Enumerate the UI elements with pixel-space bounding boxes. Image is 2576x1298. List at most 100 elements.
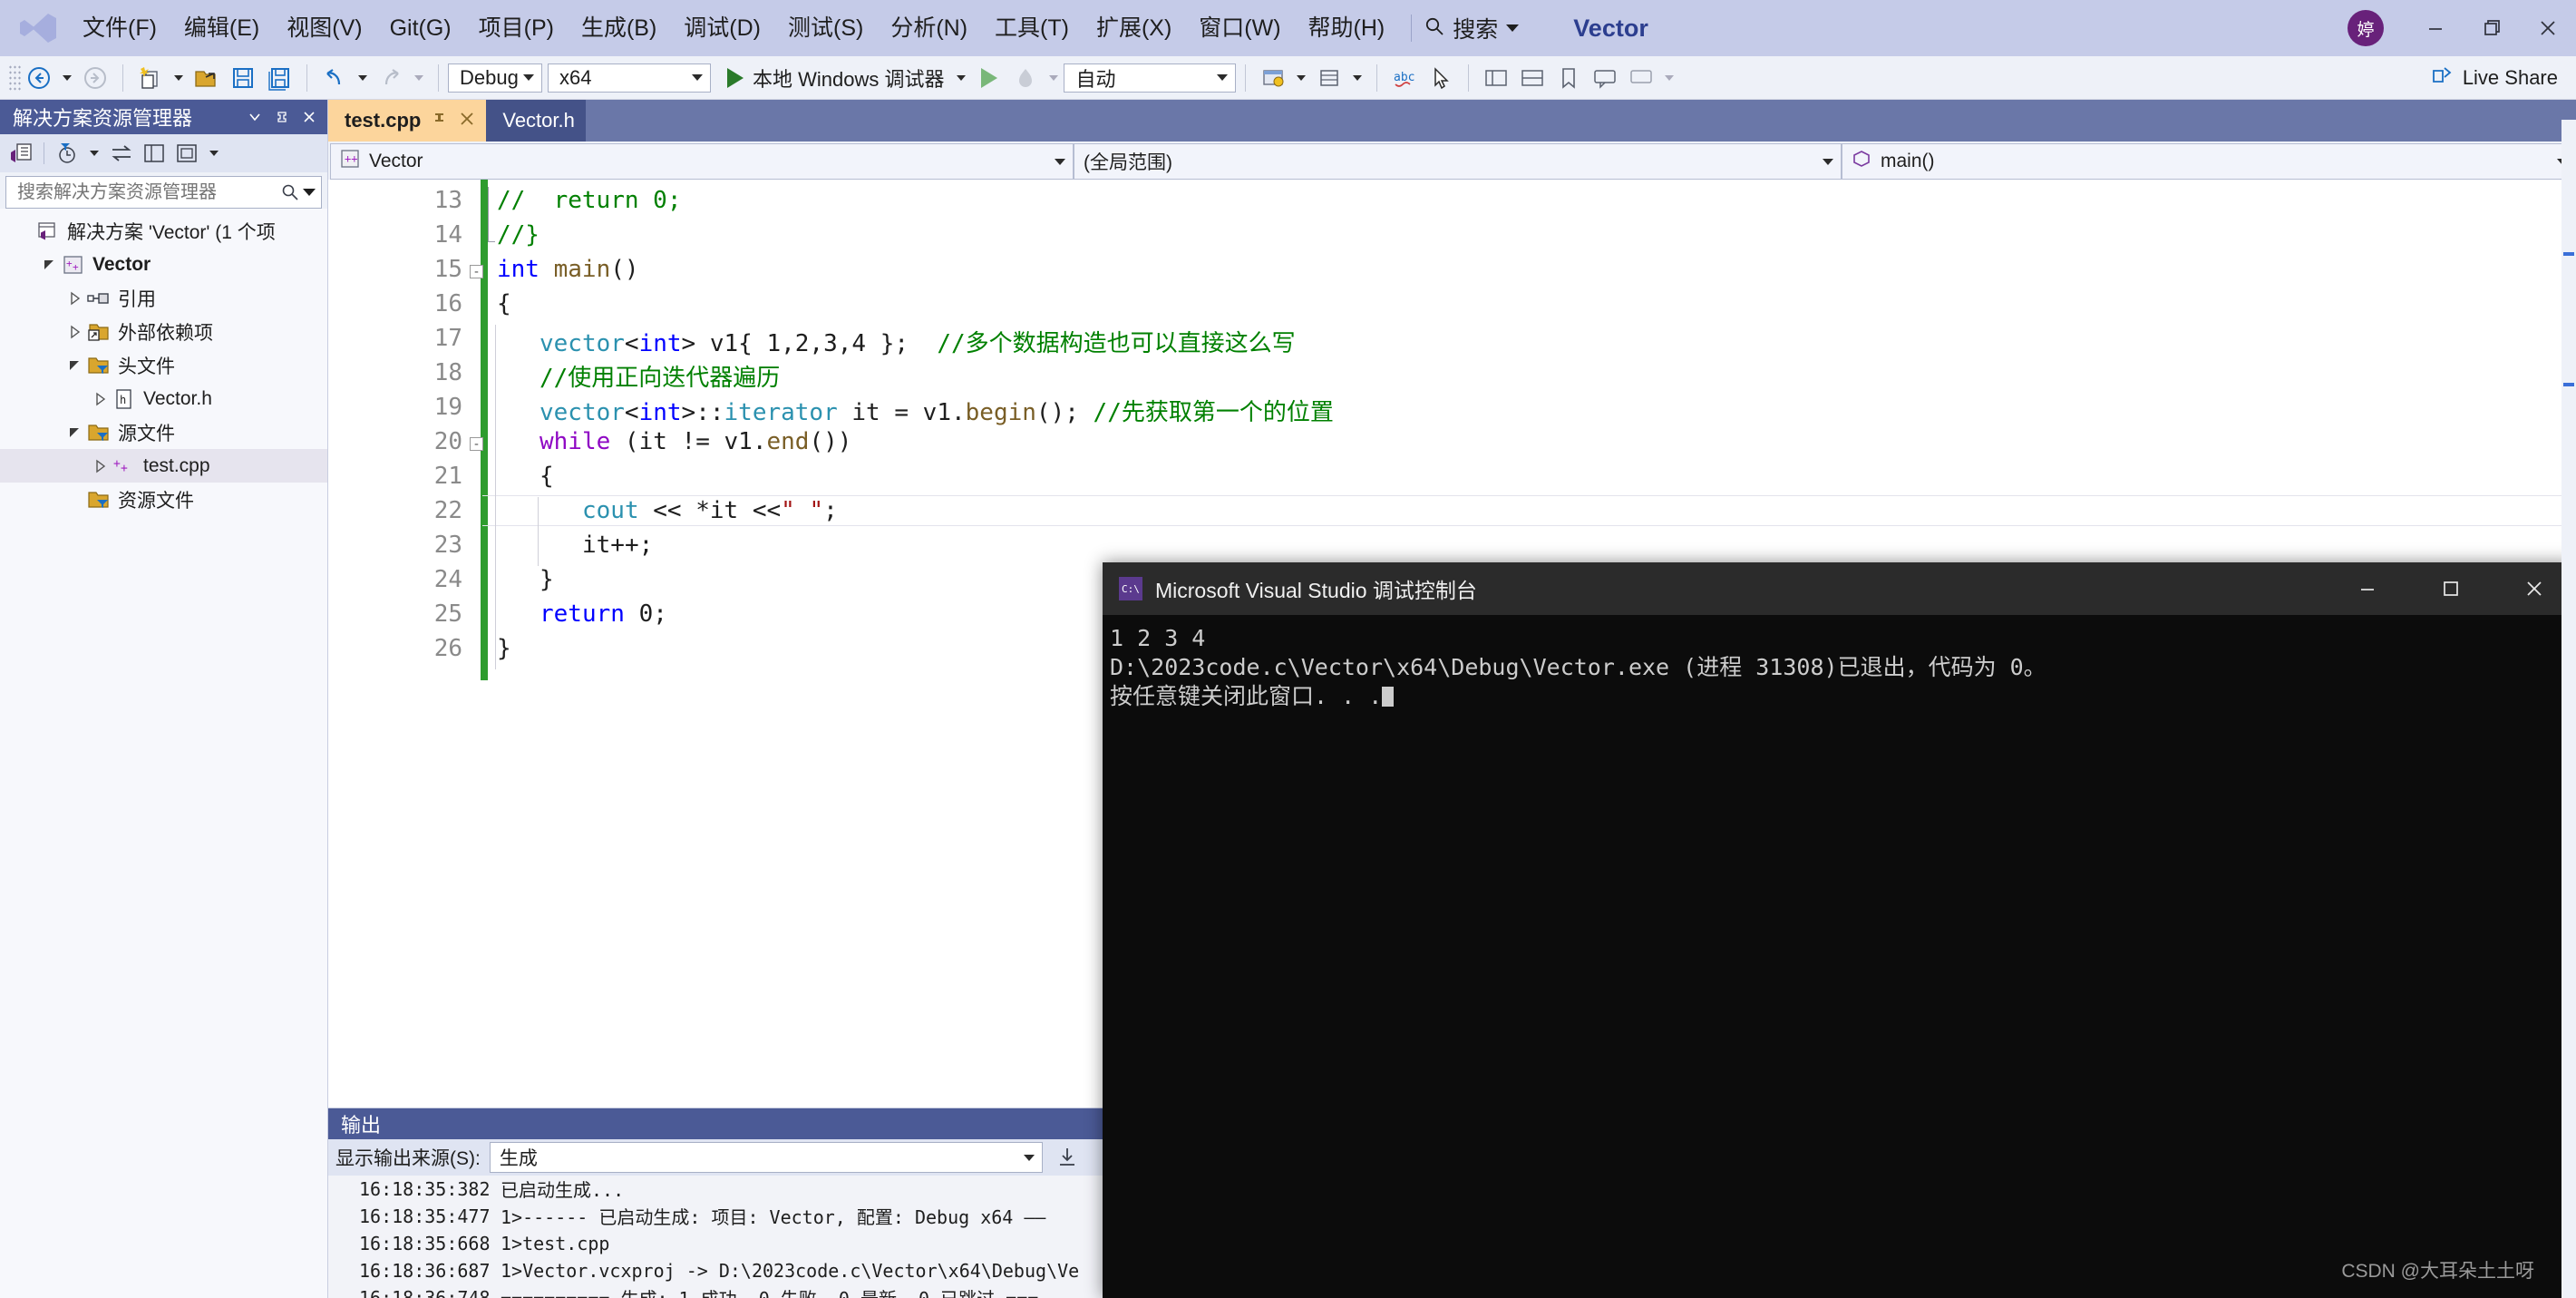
code-line[interactable]: int main() <box>497 256 639 283</box>
tree-item-7[interactable]: + + test.cpp <box>0 449 327 483</box>
fold-toggle-while[interactable]: - <box>470 437 483 451</box>
solution-search-input[interactable] <box>15 181 281 204</box>
chevron-down-icon[interactable] <box>63 425 87 440</box>
navigate-back-icon[interactable] <box>22 61 56 95</box>
menu-window[interactable]: 窗口(W) <box>1185 12 1294 45</box>
sync-with-active-document-icon[interactable] <box>106 138 137 169</box>
tree-item-2[interactable]: 引用 <box>0 281 327 315</box>
code-line[interactable]: vector<int> v1{ 1,2,3,4 }; //多个数据构造也可以直接… <box>540 325 1296 358</box>
output-source-combo[interactable]: 生成 <box>489 1142 1043 1174</box>
pin-icon[interactable] <box>271 106 293 128</box>
show-all-files-icon[interactable] <box>171 138 202 169</box>
code-line[interactable]: } <box>540 566 554 593</box>
chevron-right-icon[interactable] <box>63 291 87 306</box>
restore-button[interactable] <box>2464 0 2520 56</box>
filter-dropdown-icon[interactable] <box>90 151 99 156</box>
tree-item-1[interactable]: + + Vector <box>0 248 327 281</box>
panel-menu-icon[interactable] <box>244 106 266 128</box>
chevron-down-icon[interactable] <box>1506 24 1520 32</box>
solution-home-icon[interactable] <box>5 138 36 169</box>
navbar-project-combo[interactable]: ++ Vector <box>330 143 1074 180</box>
navigate-forward-icon[interactable] <box>78 61 112 95</box>
redo-icon[interactable] <box>374 61 408 95</box>
comment-icon[interactable] <box>1588 61 1622 95</box>
start-without-debugging-icon[interactable] <box>972 61 1006 95</box>
close-tab-icon[interactable] <box>459 109 475 132</box>
window-split-icon[interactable] <box>1515 61 1550 95</box>
tree-item-8[interactable]: 资源文件 <box>0 483 327 516</box>
fold-toggle-main[interactable]: - <box>470 265 483 278</box>
code-line[interactable]: { <box>497 290 511 317</box>
chevron-right-icon[interactable] <box>89 459 112 473</box>
code-line[interactable]: } <box>497 635 511 662</box>
window-layout-icon[interactable] <box>1479 61 1513 95</box>
menu-view[interactable]: 视图(V) <box>273 12 375 45</box>
navbar-scope-combo[interactable]: (全局范围) <box>1074 143 1842 180</box>
close-icon[interactable] <box>298 106 320 128</box>
solution-search-box[interactable] <box>5 176 322 209</box>
pin-icon[interactable] <box>432 110 448 132</box>
menu-tools[interactable]: 工具(T) <box>981 12 1083 45</box>
menu-debug[interactable]: 调试(D) <box>670 12 774 45</box>
maximize-button[interactable] <box>2409 562 2493 615</box>
undo-icon[interactable] <box>317 61 352 95</box>
redo-dropdown-icon[interactable] <box>414 74 423 81</box>
code-line[interactable]: vector<int>::iterator it = v1.begin(); /… <box>540 394 1334 427</box>
minimize-button[interactable] <box>2407 0 2464 56</box>
toolbar-grip[interactable] <box>8 63 21 92</box>
tree-item-6[interactable]: 源文件 <box>0 415 327 449</box>
menu-test[interactable]: 测试(S) <box>774 12 877 45</box>
pending-changes-filter-icon[interactable] <box>52 138 83 169</box>
code-line[interactable]: //使用正向迭代器遍历 <box>540 359 780 393</box>
menu-file[interactable]: 文件(F) <box>69 12 170 45</box>
tab-vector-h[interactable]: Vector.h <box>486 100 586 142</box>
process-icon[interactable] <box>1256 61 1290 95</box>
bookmark-icon[interactable] <box>1551 61 1586 95</box>
code-line[interactable]: //} <box>497 221 540 249</box>
pointer-select-icon[interactable] <box>1424 61 1458 95</box>
chevron-down-icon[interactable] <box>63 358 87 373</box>
tree-item-0[interactable]: 解决方案 'Vector' (1 个项 <box>0 214 327 248</box>
clear-output-icon[interactable] <box>1052 1142 1083 1173</box>
tree-item-4[interactable]: 头文件 <box>0 348 327 382</box>
toolbar-overflow-icon[interactable] <box>1665 74 1675 81</box>
start-debugging-button[interactable]: 本地 Windows 调试器 <box>720 63 951 93</box>
hot-reload-dropdown-icon[interactable] <box>1049 74 1059 81</box>
chevron-down-icon[interactable] <box>303 189 316 196</box>
tab-test-cpp[interactable]: test.cpp <box>328 100 487 142</box>
chevron-right-icon[interactable] <box>89 392 112 406</box>
console-output[interactable]: 1 2 3 4 D:\2023code.c\Vector\x64\Debug\Ve… <box>1103 615 2576 1298</box>
code-line[interactable]: it++; <box>582 532 653 559</box>
undo-dropdown-icon[interactable] <box>358 74 367 81</box>
uncomment-icon[interactable] <box>1624 61 1658 95</box>
menu-help[interactable]: 帮助(H) <box>1295 12 1399 45</box>
menu-extensions[interactable]: 扩展(X) <box>1083 12 1185 45</box>
editor-scrollbar[interactable] <box>2561 120 2576 1298</box>
live-share-button[interactable]: Live Share <box>2430 63 2558 93</box>
new-project-icon[interactable] <box>133 61 168 95</box>
code-line[interactable]: while (it != v1.end()) <box>540 428 851 455</box>
save-icon[interactable] <box>226 61 260 95</box>
code-line[interactable]: return 0; <box>540 600 667 628</box>
new-project-dropdown-icon[interactable] <box>174 74 183 81</box>
configuration-combo[interactable]: Debug <box>448 63 542 93</box>
back-dropdown-icon[interactable] <box>63 74 72 81</box>
chevron-right-icon[interactable] <box>63 325 87 339</box>
chevron-down-icon[interactable] <box>38 258 62 272</box>
minimize-button[interactable] <box>2326 562 2409 615</box>
auto-combo[interactable]: 自动 <box>1064 63 1237 93</box>
global-search-box[interactable]: 搜索 <box>1424 12 1520 44</box>
process-dropdown-icon[interactable] <box>1297 74 1307 81</box>
menu-build[interactable]: 生成(B) <box>568 12 670 45</box>
platform-combo[interactable]: x64 <box>548 63 711 93</box>
console-title-bar[interactable]: C:\ Microsoft Visual Studio 调试控制台 <box>1103 562 2576 615</box>
solution-toolbar-overflow-icon[interactable] <box>209 151 219 156</box>
thread-icon[interactable] <box>1312 61 1346 95</box>
menu-git[interactable]: Git(G) <box>376 12 465 45</box>
tree-item-3[interactable]: 外部依赖项 <box>0 315 327 348</box>
menu-edit[interactable]: 编辑(E) <box>170 12 273 45</box>
navbar-member-combo[interactable]: main() <box>1842 143 2576 180</box>
thread-dropdown-icon[interactable] <box>1353 74 1363 81</box>
code-line[interactable]: cout << *it <<" "; <box>582 497 838 524</box>
code-line[interactable]: { <box>540 463 554 490</box>
